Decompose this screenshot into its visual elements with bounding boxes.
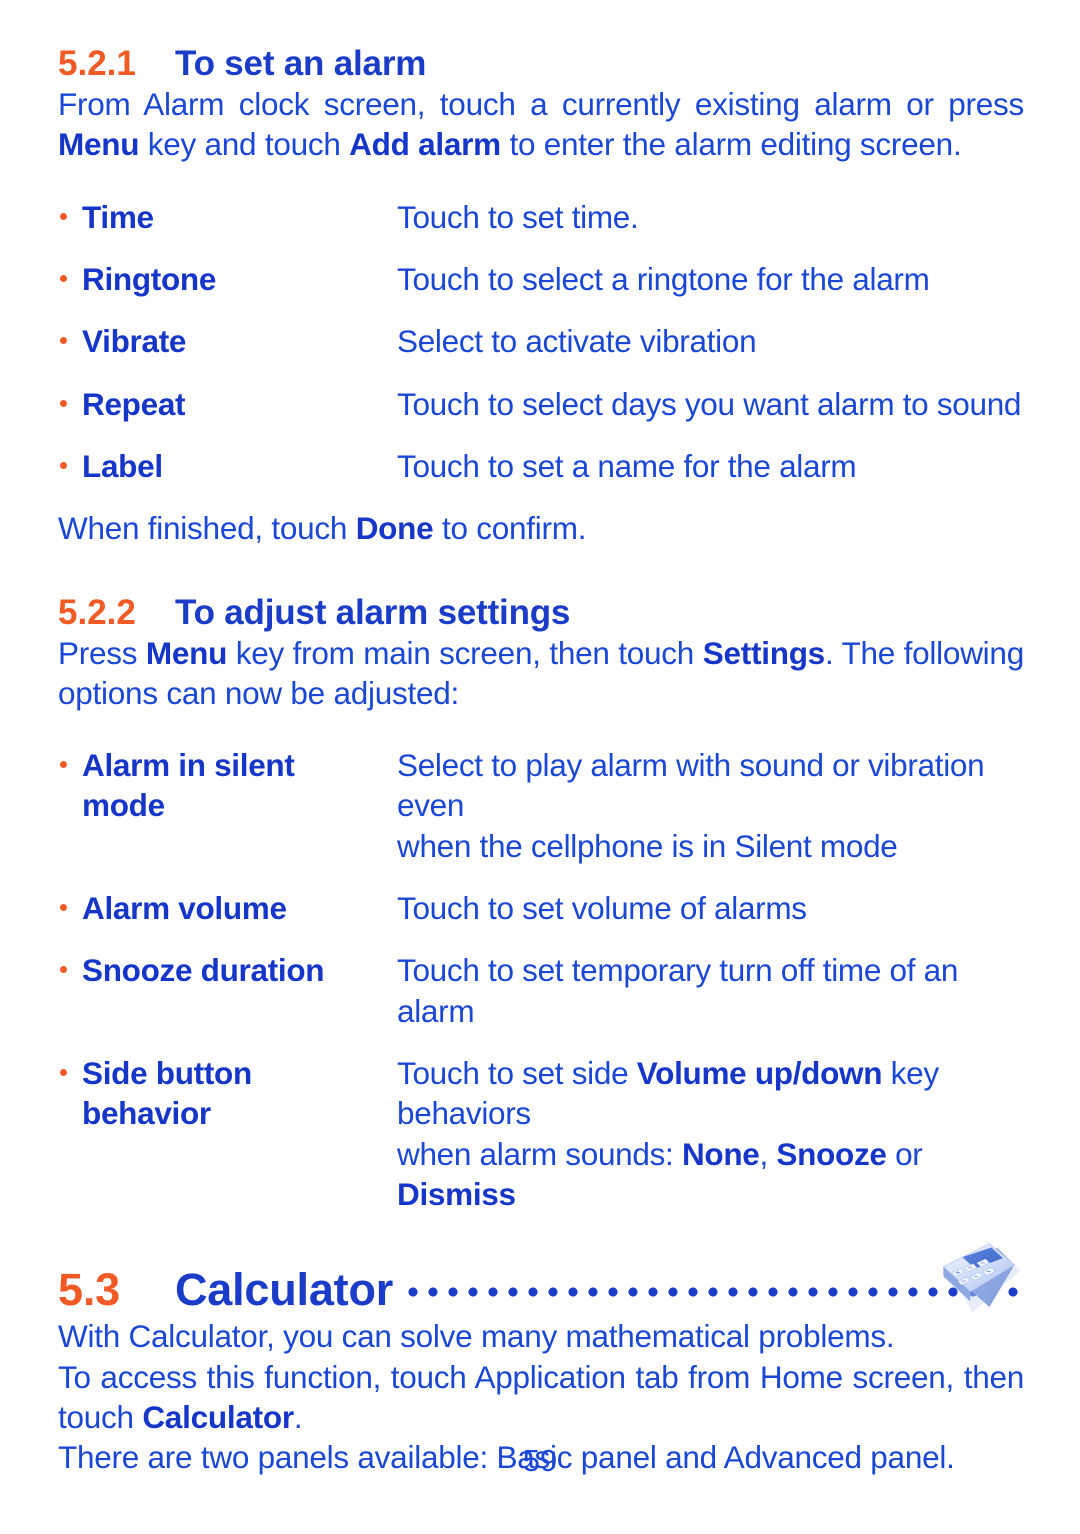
text-run: When finished, touch (58, 510, 356, 547)
heading-title: Calculator (175, 1264, 394, 1316)
text-run: when alarm sounds: (397, 1135, 682, 1172)
option-description: Touch to set volume of alarms (397, 890, 807, 927)
option-description: Select to play alarm with sound or vibra… (397, 745, 1024, 866)
text-run-bold: Menu (58, 126, 140, 163)
list-item: Label Touch to set a name for the alarm (58, 446, 1024, 486)
text-run: to enter the alarm editing screen. (500, 126, 962, 163)
text-run: From Alarm clock screen, touch a current… (58, 86, 1024, 122)
list-item: Vibrate Select to activate vibration (58, 321, 1024, 361)
option-description-line2: when the cellphone is in Silent mode (397, 827, 898, 864)
option-term: Vibrate (58, 321, 397, 361)
list-item: Snooze duration Touch to set temporary t… (58, 950, 1024, 1031)
option-term: Alarm in silent mode (58, 745, 397, 826)
heading-title: To adjust alarm settings (175, 592, 571, 632)
text-run-bold: Dismiss (397, 1175, 516, 1212)
heading-5-2-2: 5.2.2 To adjust alarm settings (58, 593, 1024, 633)
text-run: . (293, 1398, 303, 1435)
paragraph-calculator-2: To access this function, touch Applicati… (58, 1357, 1024, 1438)
text-run-bold: Add alarm (349, 126, 501, 163)
option-term-label: Label (82, 447, 163, 484)
option-term-label: Snooze duration (82, 952, 325, 989)
bullet-icon (60, 212, 67, 220)
bullet-icon (60, 1069, 67, 1076)
text-run: to confirm. (433, 510, 587, 547)
option-term-label: Repeat (82, 385, 186, 422)
paragraph-calculator-1: With Calculator, you can solve many math… (58, 1318, 895, 1355)
text-run-bold: Menu (145, 634, 228, 671)
bullet-icon (60, 461, 67, 469)
paragraph-5-2-2-intro: Press Menu key from main screen, then to… (58, 633, 1024, 714)
option-term: Ringtone (58, 259, 397, 299)
bullet-icon (60, 274, 67, 282)
option-term-label: Ringtone (82, 260, 217, 297)
dotted-leader (403, 1265, 1018, 1304)
text-run-bold: Settings (702, 634, 826, 671)
paragraph-5-2-1-outro: When finished, touch Done to confirm. (58, 508, 1024, 548)
option-term-label: Side button (82, 1055, 252, 1091)
option-term: Side button behavior (58, 1053, 397, 1134)
text-run-bold: Calculator (142, 1398, 294, 1435)
heading-number: 5.2.2 (58, 592, 136, 632)
text-run: or (886, 1135, 923, 1172)
option-description: Select to activate vibration (397, 323, 757, 360)
text-run: Touch to set side (397, 1055, 637, 1091)
option-term-label: Alarm in silent (82, 747, 295, 784)
text-run: Press (58, 634, 146, 671)
option-term-label: Time (82, 198, 154, 235)
option-description-line2: when alarm sounds: None, Snooze or Dismi… (397, 1134, 1024, 1215)
option-term-label: Vibrate (82, 323, 187, 360)
bullet-icon (60, 337, 67, 345)
list-item: Side button behavior Touch to set side Vo… (58, 1053, 1024, 1214)
text-run-bold: None (681, 1135, 760, 1172)
option-description: Touch to set side Volume up/down key beh… (397, 1053, 1024, 1214)
text-run-bold: Snooze (776, 1135, 887, 1172)
option-term: Snooze duration (58, 950, 397, 990)
bullet-icon (60, 966, 67, 974)
option-description-line1: Touch to set side Volume up/down key beh… (397, 1055, 939, 1131)
bullet-icon (60, 904, 67, 912)
bullet-icon (60, 399, 67, 407)
text-run: key and touch (139, 126, 350, 163)
page-content: 5.2.1 To set an alarm From Alarm clock s… (58, 0, 1024, 1478)
list-item: Alarm volume Touch to set volume of alar… (58, 888, 1024, 928)
heading-title: To set an alarm (175, 44, 427, 83)
option-term-label-line2: behavior (82, 1095, 211, 1132)
list-item: Alarm in silent mode Select to play alarm… (58, 745, 1024, 866)
option-term: Repeat (58, 384, 397, 424)
text-run-bold: Done (355, 510, 434, 547)
text-run: key from main screen, then touch (227, 634, 703, 671)
option-description: Touch to select days you want alarm to s… (397, 385, 1022, 422)
option-term: Alarm volume (58, 888, 397, 928)
option-description-line1: Select to play alarm with sound or vibra… (397, 747, 985, 824)
option-term: Time (58, 197, 397, 237)
list-item: Repeat Touch to select days you want ala… (58, 384, 1024, 424)
option-term-label-line2: mode (82, 787, 165, 824)
option-description: Touch to select a ringtone for the alarm (397, 260, 930, 297)
heading-5-2-1: 5.2.1 To set an alarm (58, 44, 1024, 84)
alarm-options-list: Time Touch to set time. Ringtone Touch t… (58, 197, 1024, 487)
option-description: Touch to set a name for the alarm (397, 447, 857, 484)
option-term: Label (58, 446, 397, 486)
text-run-bold: Volume up/down (636, 1055, 883, 1091)
list-item: Time Touch to set time. (58, 197, 1024, 237)
heading-5-3-calculator: 5.3 Calculator (58, 1243, 1024, 1316)
heading-number: 5.3 (58, 1264, 120, 1316)
option-term-label: Alarm volume (82, 890, 287, 927)
bullet-icon (60, 761, 67, 769)
paragraph-5-2-1-intro: From Alarm clock screen, touch a current… (58, 84, 1024, 165)
calculator-icon (928, 1236, 1024, 1332)
page-number: 59 (522, 1443, 558, 1478)
list-item: Ringtone Touch to select a ringtone for … (58, 259, 1024, 299)
text-run: , (759, 1135, 777, 1172)
option-description: Touch to set temporary turn off time of … (397, 952, 959, 1029)
alarm-settings-list: Alarm in silent mode Select to play alarm… (58, 745, 1024, 1214)
option-description: Touch to set time. (397, 198, 639, 235)
manual-page: 5.2.1 To set an alarm From Alarm clock s… (0, 0, 1080, 1534)
heading-number: 5.2.1 (58, 44, 136, 83)
